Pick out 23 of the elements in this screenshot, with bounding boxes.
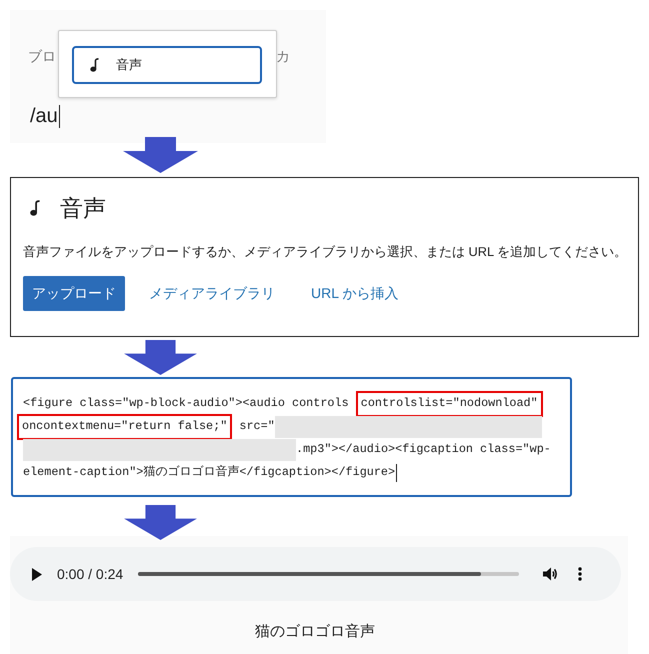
- code-text: element-caption">猫のゴロゴロ音声</figcaption></figure>: [23, 464, 396, 481]
- code-text: src=": [238, 418, 275, 435]
- instructions-text: 音声ファイルをアップロードするか、メディアライブラリから選択、または URL を追加してください。: [23, 243, 628, 261]
- more-options-icon[interactable]: [578, 567, 582, 581]
- play-icon[interactable]: [32, 568, 42, 580]
- placeholder-text: カ: [276, 47, 290, 66]
- code-text: .mp3"></audio><figcaption class="wp-: [296, 440, 551, 458]
- block-option[interactable]: 音声: [72, 46, 262, 84]
- volume-icon[interactable]: [543, 567, 558, 581]
- text-cursor: [396, 464, 398, 482]
- music-note-icon: [90, 58, 99, 72]
- link-button[interactable]: メディアライブラリ: [137, 276, 287, 311]
- time-display: 0:00 / 0:24: [57, 564, 124, 584]
- link-button[interactable]: URL から挿入: [299, 276, 410, 311]
- code-text: <figure class="wp-block-audio"><audio controls: [23, 394, 350, 412]
- paragraph-input[interactable]: /au: [30, 104, 60, 128]
- block-title: 音声: [60, 194, 106, 223]
- text-cursor: [58, 104, 60, 128]
- upload-button[interactable]: アップロード: [23, 276, 125, 311]
- code-editor[interactable]: <figure class="wp-block-audio"><audio controls controlslist="nodownload" oncontextmenu="return false;" src=" .mp3"></audio><figcaption class="wp- element-caption">猫のゴロゴロ音声</figcaption></figure>: [11, 377, 572, 497]
- music-note-icon: [30, 200, 40, 216]
- audio-caption: 猫のゴロゴロ音声: [255, 622, 375, 642]
- placeholder-text: ブロ: [28, 47, 56, 66]
